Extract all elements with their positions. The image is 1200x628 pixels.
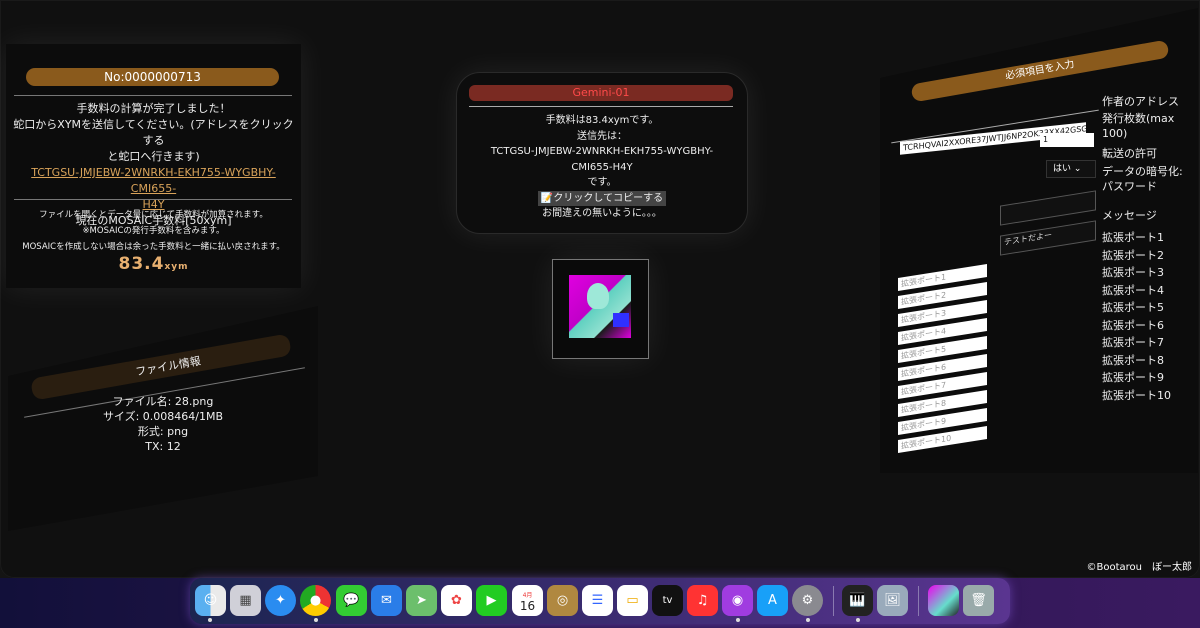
fee-line1: 手数料の計算が完了しました！: [76, 102, 231, 115]
file-tx: TX: 12: [145, 440, 181, 453]
notes-icon[interactable]: ▭: [617, 585, 648, 616]
form-header: 必須項目を入力: [910, 39, 1170, 103]
file-info-details: ファイル名: 28.png サイズ: 0.008464/1MB 形式: png …: [48, 394, 278, 454]
safari-icon[interactable]: ✦: [265, 585, 296, 616]
file-name: ファイル名: 28.png: [112, 395, 214, 408]
dock: ☺ ▦ ✦ ● 💬 ✉ ➤ ✿ ▶ 4月 16 ◎ ☰ ▭ tv ♫ ◉ A ⚙…: [190, 578, 1010, 624]
issue-count-label: 発行枚数(max 100): [1102, 112, 1175, 140]
port-label-8: 拡張ポート8: [1102, 354, 1164, 367]
image-detail: [613, 313, 629, 327]
mail-icon[interactable]: ✉: [371, 585, 402, 616]
piano-icon[interactable]: 🎹: [842, 585, 873, 616]
calendar-day: 16: [519, 598, 536, 613]
encrypt-label: データの暗号化: パスワード: [1102, 165, 1183, 193]
finder-icon[interactable]: ☺: [195, 585, 226, 616]
transfer-label: 転送の許可: [1102, 147, 1157, 160]
podcasts-icon[interactable]: ◉: [722, 585, 753, 616]
number-label: No:0000000713: [26, 68, 279, 86]
gemini-line1: 手数料は83.4xymです。: [545, 115, 659, 126]
image-preview: [552, 259, 649, 359]
appletv-label: tv: [662, 595, 673, 606]
gemini-line3: です。: [587, 177, 617, 188]
password-input[interactable]: [1000, 190, 1096, 226]
port-label-4: 拡張ポート4: [1102, 284, 1164, 297]
copy-button[interactable]: 📝クリックしてコピーする: [537, 190, 667, 206]
settings-icon[interactable]: ⚙: [792, 585, 823, 616]
facetime-icon[interactable]: ▶: [476, 585, 507, 616]
running-indicator: [856, 618, 860, 622]
note-3: MOSAICを作成しない場合は余った手数料と一緒に払い戻されます。: [22, 242, 285, 252]
fee-amount-unit: xym: [164, 262, 189, 272]
author-address-label: 作者のアドレス: [1102, 95, 1179, 108]
running-indicator: [208, 618, 212, 622]
divider: [14, 199, 292, 200]
appstore-icon[interactable]: A: [757, 585, 788, 616]
chevron-down-icon: ⌄: [1073, 164, 1082, 174]
image-thumb-icon[interactable]: [928, 585, 959, 616]
gemini-line2: 送信先は：: [577, 130, 627, 142]
dock-separator: [918, 586, 919, 616]
port-label-10: 拡張ポート10: [1102, 389, 1171, 402]
fee-line2: 蛇口からXYMを送信してください。(アドレスをクリックする: [13, 118, 294, 147]
maps-icon[interactable]: ➤: [406, 585, 437, 616]
chrome-icon[interactable]: ●: [300, 585, 331, 616]
character-figure: [587, 283, 609, 309]
port-label-7: 拡張ポート7: [1102, 336, 1164, 349]
port-label-2: 拡張ポート2: [1102, 249, 1164, 262]
file-size: サイズ: 0.008464/1MB: [102, 410, 224, 423]
file-info-title: ファイル情報: [134, 354, 202, 379]
file-format: 形式: png: [137, 425, 189, 438]
message-label: メッセージ: [1102, 209, 1157, 222]
running-indicator: [806, 618, 810, 622]
port-label-1: 拡張ポート1: [1102, 231, 1164, 244]
dock-separator: [833, 586, 834, 616]
fee-panel: No:0000000713 手数料の計算が完了しました！ 蛇口からXYMを送信し…: [6, 44, 301, 288]
credit-text: ©Bootarou ぼー太郎: [1086, 562, 1193, 573]
divider: [469, 106, 733, 107]
gemini-title: Gemini-01: [469, 85, 733, 101]
faucet-address-part1: TCTGSU-JMJEBW-2WNRKH-EKH755-WYGBHY-CMI65…: [31, 166, 276, 195]
preview-icon[interactable]: 🖼: [877, 585, 908, 616]
trash-icon[interactable]: 🗑: [963, 585, 994, 616]
transfer-value: はい: [1053, 164, 1072, 174]
calendar-icon[interactable]: 4月 16: [512, 585, 543, 616]
messages-icon[interactable]: 💬: [336, 585, 367, 616]
gemini-address-part2: CMI655-H4Y: [571, 161, 633, 173]
file-info-panel: ファイル情報 ファイル名: 28.png サイズ: 0.008464/1MB 形…: [8, 306, 318, 531]
appletv-icon[interactable]: tv: [652, 585, 683, 616]
music-icon[interactable]: ♫: [687, 585, 718, 616]
note-1: ファイルを開くとデータ量に応じて手数料が加算されます。: [39, 210, 268, 220]
port-label-9: 拡張ポート9: [1102, 371, 1164, 384]
gemini-dialog: Gemini-01 手数料は83.4xymです。 送信先は： TCTGSU-JM…: [456, 72, 748, 234]
transfer-select[interactable]: はい ⌄: [1046, 160, 1096, 178]
gemini-address-part1: TCTGSU-JMJEBW-2WNRKH-EKH755-WYGBHY-: [490, 146, 714, 157]
photos-icon[interactable]: ✿: [441, 585, 472, 616]
divider: [14, 95, 292, 96]
gemini-line4: お間違えの無いように。。。: [542, 208, 662, 219]
input-form-panel: 必須項目を入力 TCRHQVAI2XXORE37JWTJJ6NP2OK33XX4…: [880, 8, 1198, 473]
launchpad-icon[interactable]: ▦: [230, 585, 261, 616]
gemini-message: 手数料は83.4xymです。 送信先は： TCTGSU-JMJEBW-2WNRK…: [465, 113, 739, 222]
preview-image: [569, 275, 631, 338]
keychain-icon[interactable]: ◎: [547, 585, 578, 616]
note-2: ※MOSAICの発行手数料を含みます。: [82, 226, 225, 236]
fee-amount: 83.4xym: [10, 254, 297, 274]
port-label-6: 拡張ポート6: [1102, 319, 1164, 332]
running-indicator: [314, 618, 318, 622]
app-window: No:0000000713 手数料の計算が完了しました！ 蛇口からXYMを送信し…: [0, 0, 1200, 578]
running-indicator: [736, 618, 740, 622]
fee-line3: と蛇口へ行きます): [107, 150, 200, 163]
reminders-icon[interactable]: ☰: [582, 585, 613, 616]
message-input[interactable]: テストだよー: [1000, 220, 1096, 256]
issue-count-input[interactable]: 1: [1040, 133, 1094, 147]
fee-notes: ファイルを開くとデータ量に応じて手数料が加算されます。 ※MOSAICの発行手数…: [10, 207, 297, 255]
port-label-5: 拡張ポート5: [1102, 301, 1164, 314]
faucet-address-link[interactable]: TCTGSU-JMJEBW-2WNRKH-EKH755-WYGBHY-CMI65…: [10, 165, 297, 213]
port-label-3: 拡張ポート3: [1102, 266, 1164, 279]
fee-amount-value: 83.4: [118, 254, 165, 274]
